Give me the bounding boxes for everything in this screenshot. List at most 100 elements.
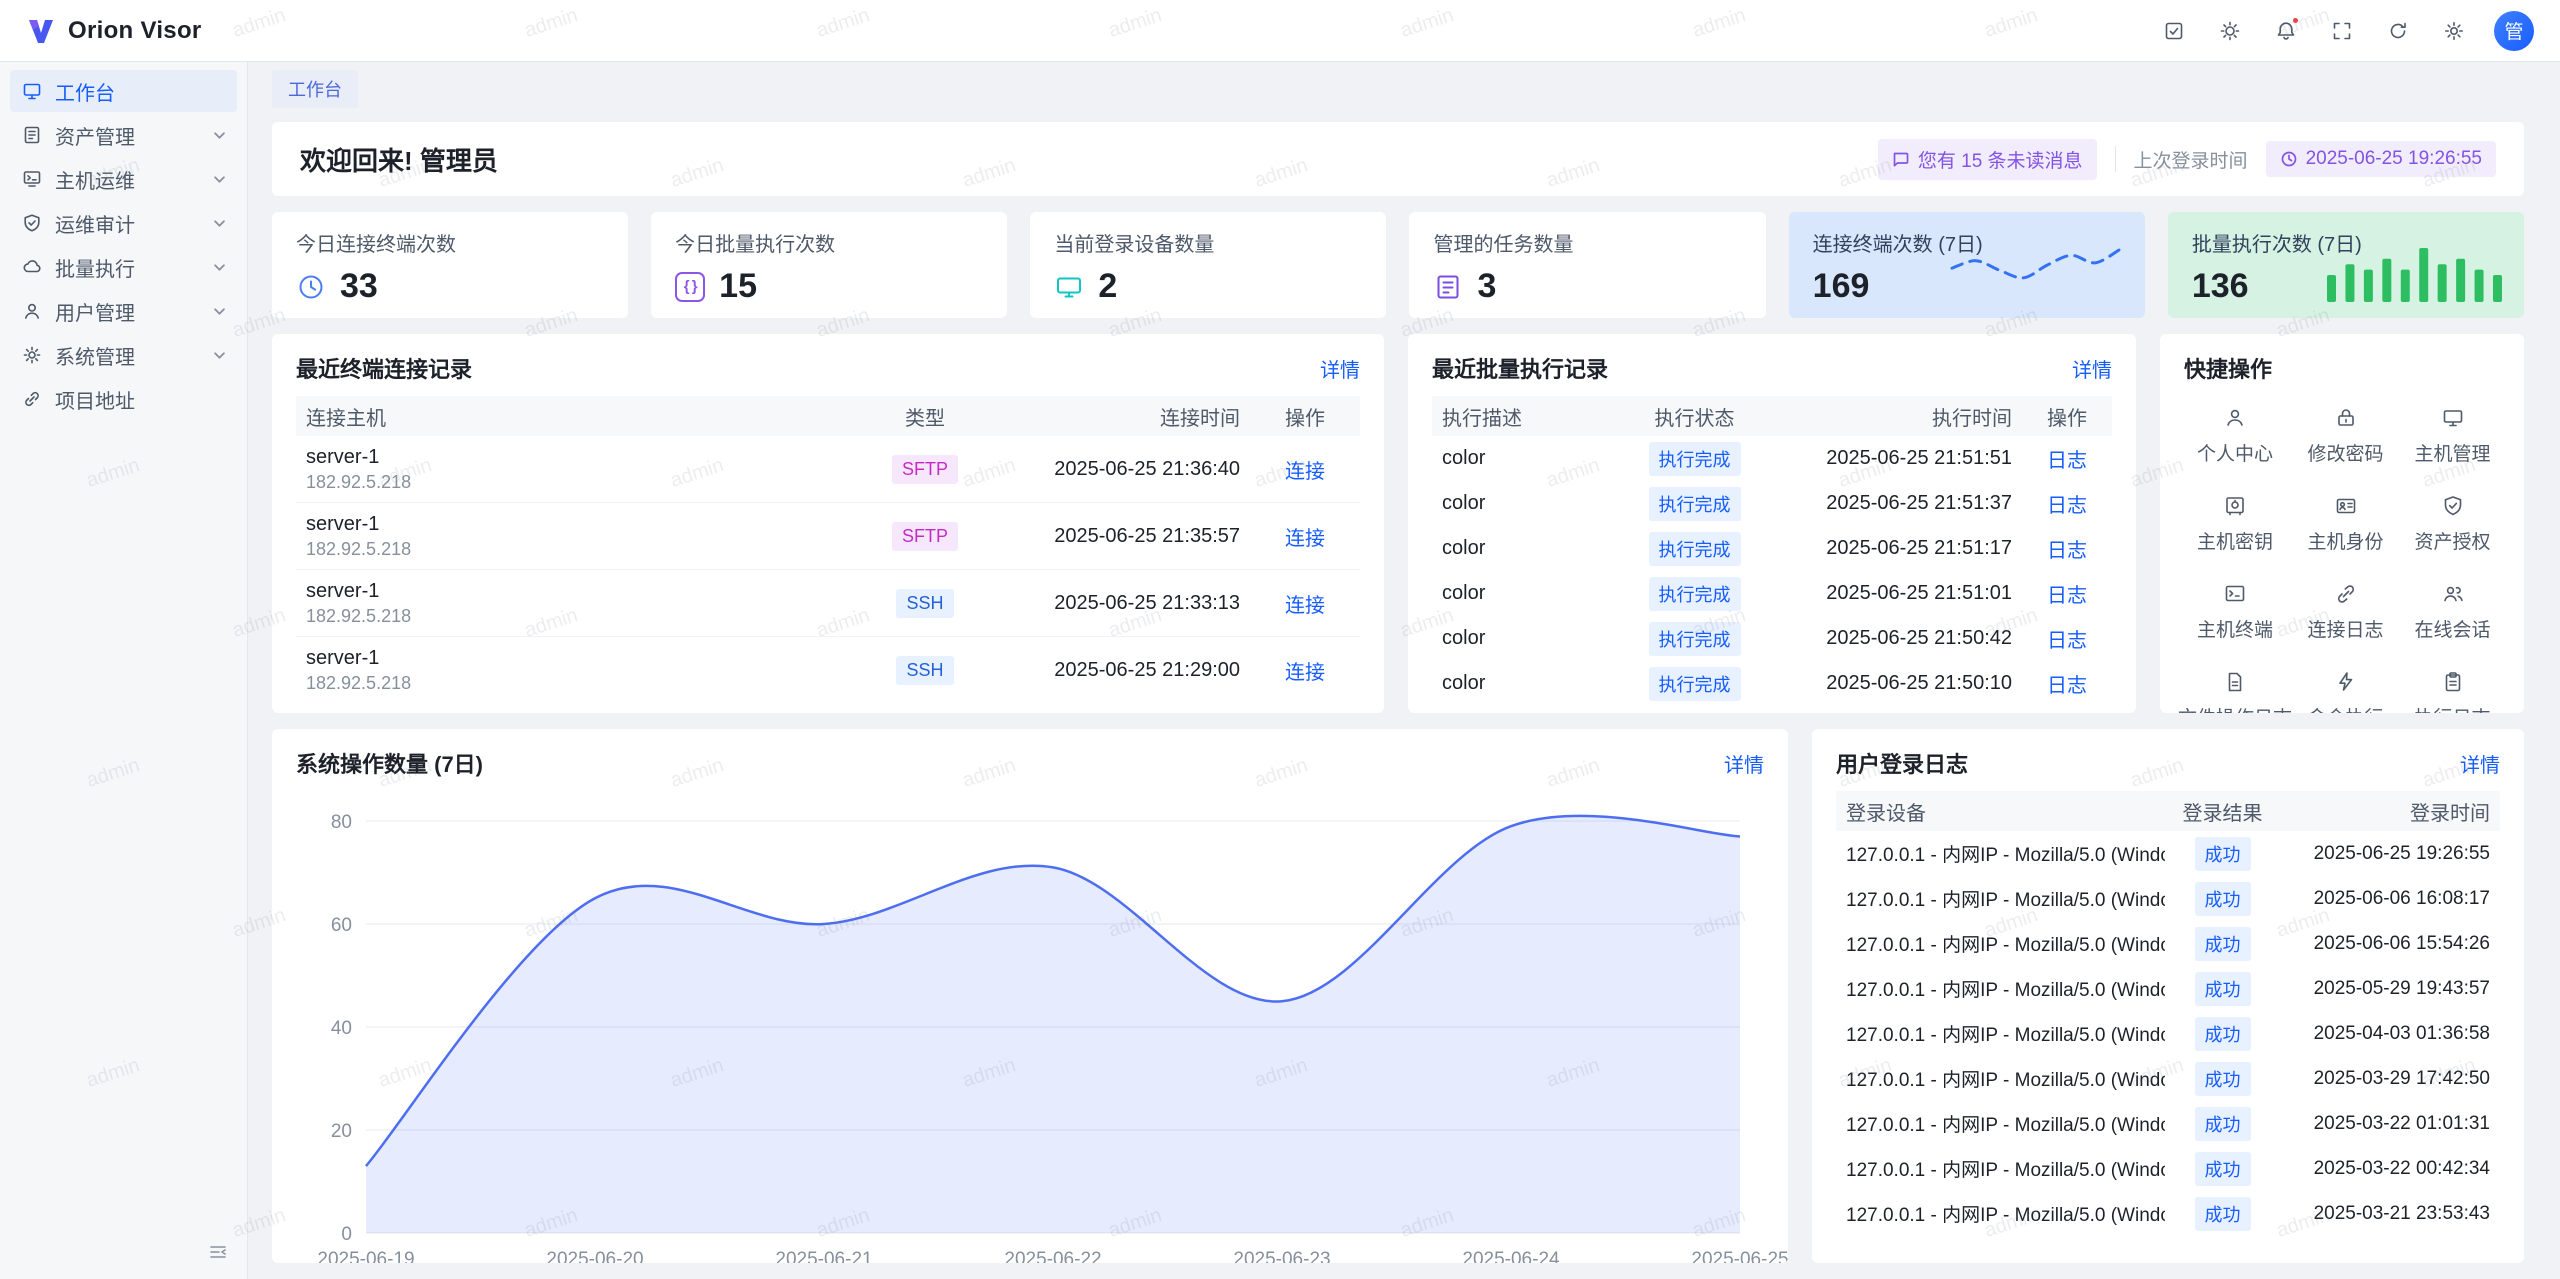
quick-action-online-sessions[interactable]: 在线会话 (2399, 582, 2506, 642)
result-badge: 成功 (2195, 882, 2251, 916)
refresh-icon[interactable] (2376, 9, 2420, 53)
batch-records-table: 执行描述 执行状态 执行时间 操作 color 执行完成 2025-06-25 … (1432, 396, 2112, 706)
table-row: server-1182.92.5.218 SFTP 2025-06-25 21:… (296, 503, 1360, 570)
sidebar-item-host-ops[interactable]: 主机运维 (10, 158, 237, 200)
changelog-icon[interactable] (2152, 9, 2196, 53)
connect-link[interactable]: 连接 (1285, 595, 1325, 617)
result-badge: 成功 (2195, 837, 2251, 871)
quick-action-asset-grant[interactable]: 资产授权 (2399, 494, 2506, 554)
table-row: 127.0.0.1 - 内网IP - Mozilla/5.0 (Windows … (1836, 1191, 2500, 1236)
breadcrumb: 工作台 (272, 70, 2524, 108)
quick-action-host-mgmt[interactable]: 主机管理 (2399, 406, 2506, 466)
host-monitor-icon (22, 169, 42, 189)
notifications-icon[interactable] (2264, 9, 2308, 53)
sidebar-item-system-mgmt[interactable]: 系统管理 (10, 334, 237, 376)
connect-link[interactable]: 连接 (1285, 461, 1325, 483)
table-row: 127.0.0.1 - 内网IP - Mozilla/5.0 (Windows … (1836, 1056, 2500, 1101)
unread-messages-badge[interactable]: 您有 15 条未读消息 (1878, 139, 2097, 180)
fullscreen-icon[interactable] (2320, 9, 2364, 53)
quick-action-connect-logs[interactable]: 连接日志 (2292, 582, 2399, 642)
sidebar-item-label: 主机运维 (55, 165, 135, 194)
terminal-spark-chart (1948, 238, 2123, 302)
card-title: 系统操作数量 (7日) (296, 747, 483, 779)
svg-text:80: 80 (331, 812, 352, 833)
table-row: color 执行完成 2025-06-25 21:51:17 日志 (1432, 526, 2112, 571)
table-row: color 执行完成 2025-06-25 21:50:10 日志 (1432, 661, 2112, 706)
log-link[interactable]: 日志 (2047, 630, 2087, 652)
sidebar-item-label: 工作台 (55, 77, 115, 106)
quick-action-change-password[interactable]: 修改密码 (2292, 406, 2399, 466)
stat-card-login-devices: 当前登录设备数量 2 (1030, 212, 1386, 318)
svg-text:2025-06-23: 2025-06-23 (1233, 1249, 1330, 1263)
status-badge: 执行完成 (1649, 577, 1741, 611)
quick-action-file-op-logs[interactable]: 文件操作日志 (2178, 670, 2292, 713)
chevron-down-icon (214, 130, 225, 141)
quick-action-host-terminal[interactable]: 主机终端 (2178, 582, 2292, 642)
status-badge: 执行完成 (1649, 442, 1741, 476)
batch-spark-chart (2327, 238, 2502, 302)
app-logo[interactable]: Orion Visor (26, 16, 202, 46)
sidebar-collapse-icon[interactable] (203, 1237, 233, 1267)
svg-text:2025-06-24: 2025-06-24 (1462, 1249, 1560, 1263)
log-link[interactable]: 日志 (2047, 585, 2087, 607)
card-title: 用户登录日志 (1836, 747, 1968, 779)
quick-action-profile[interactable]: 个人中心 (2178, 406, 2292, 466)
table-row: server-1182.92.5.218 SSH 2025-06-25 21:3… (296, 570, 1360, 637)
result-badge: 成功 (2195, 1017, 2251, 1051)
status-badge: 执行完成 (1649, 622, 1741, 656)
quick-action-command-exec[interactable]: 命令执行 (2292, 670, 2399, 713)
svg-text:20: 20 (331, 1121, 352, 1142)
login-logs-table: 登录设备 登录结果 登录时间 127.0.0.1 - 内网IP - Mozill… (1836, 791, 2500, 1236)
header-actions: 管 (2152, 9, 2534, 53)
clock-icon (2280, 150, 2298, 168)
table-header: 执行描述 执行状态 执行时间 操作 (1432, 396, 2112, 436)
sidebar-item-project-link[interactable]: 项目地址 (10, 378, 237, 420)
sidebar-item-batch-exec[interactable]: 批量执行 (10, 246, 237, 288)
protocol-badge: SSH (896, 589, 953, 618)
welcome-title: 欢迎回来! 管理员 (300, 141, 498, 178)
log-link[interactable]: 日志 (2047, 495, 2087, 517)
quick-action-host-identity[interactable]: 主机身份 (2292, 494, 2399, 554)
file-text-icon (2223, 670, 2247, 694)
connect-link[interactable]: 连接 (1285, 662, 1325, 684)
result-badge: 成功 (2195, 1197, 2251, 1231)
sidebar-item-assets[interactable]: 资产管理 (10, 114, 237, 156)
divider (2115, 146, 2116, 172)
log-link[interactable]: 日志 (2047, 540, 2087, 562)
breadcrumb-item-workbench[interactable]: 工作台 (272, 70, 358, 108)
quick-action-exec-logs[interactable]: 执行日志 (2399, 670, 2506, 713)
sidebar-item-user-mgmt[interactable]: 用户管理 (10, 290, 237, 332)
log-link[interactable]: 日志 (2047, 675, 2087, 697)
sidebar-item-workbench[interactable]: 工作台 (10, 70, 237, 112)
terminal-records-detail-link[interactable]: 详情 (1320, 354, 1360, 383)
table-row: 127.0.0.1 - 内网IP - Mozilla/5.0 (Windows … (1836, 876, 2500, 921)
sidebar-item-audit[interactable]: 运维审计 (10, 202, 237, 244)
chevron-down-icon (214, 262, 225, 273)
shield-check-icon (2441, 494, 2465, 518)
link-icon (22, 389, 42, 409)
quick-action-host-keys[interactable]: 主机密钥 (2178, 494, 2292, 554)
batch-records-detail-link[interactable]: 详情 (2072, 354, 2112, 383)
log-link[interactable]: 日志 (2047, 450, 2087, 472)
ledger-icon (22, 125, 42, 145)
card-title: 快捷操作 (2184, 352, 2272, 384)
chevron-down-icon (214, 174, 225, 185)
status-badge: 执行完成 (1649, 667, 1741, 701)
batch-records-card: 最近批量执行记录 详情 执行描述 执行状态 执行时间 操作 color 执行完成… (1408, 334, 2136, 713)
table-header: 登录设备 登录结果 登录时间 (1836, 791, 2500, 831)
message-icon (1892, 150, 1910, 168)
stat-value: 15 (719, 267, 757, 306)
login-logs-detail-link[interactable]: 详情 (2460, 749, 2500, 778)
sidebar-item-label: 项目地址 (55, 385, 135, 414)
svg-text:2025-06-19: 2025-06-19 (317, 1249, 414, 1263)
user-icon (2223, 406, 2247, 430)
connect-link[interactable]: 连接 (1285, 528, 1325, 550)
sidebar: 工作台 资产管理 主机运维 运维审计 批量执行 用户管理 系统管理 项目地址 (0, 62, 248, 1279)
sidebar-item-label: 运维审计 (55, 209, 135, 238)
theme-toggle-icon[interactable] (2208, 9, 2252, 53)
settings-icon[interactable] (2432, 9, 2476, 53)
svg-text:40: 40 (331, 1018, 352, 1039)
system-ops-detail-link[interactable]: 详情 (1724, 749, 1764, 778)
user-avatar[interactable]: 管 (2494, 11, 2534, 51)
bolt-icon (2334, 670, 2358, 694)
